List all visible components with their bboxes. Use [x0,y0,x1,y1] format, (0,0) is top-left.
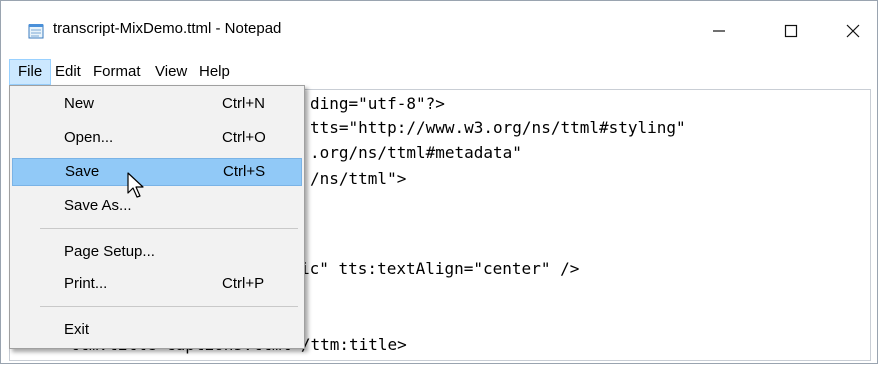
close-icon [846,24,860,38]
editor-line: tts="http://www.w3.org/ns/ttml#styling" [310,118,686,137]
menu-separator [40,306,298,307]
minimize-button[interactable] [699,13,739,49]
menu-item-label: Save [65,163,100,180]
menu-item-label: Page Setup... [64,243,155,260]
title-bar[interactable]: transcript-MixDemo.ttml - Notepad [1,1,877,57]
menu-edit[interactable]: Edit [47,59,89,85]
menu-bar: File Edit Format View Help [9,59,869,85]
editor-line: .org/ns/ttml#metadata" [310,143,522,162]
menu-item-open[interactable]: Open... Ctrl+O [12,124,302,152]
editor-line: ding="utf-8"?> [310,94,445,113]
menu-item-page-setup[interactable]: Page Setup... [12,238,302,266]
menu-item-label: Save As... [64,197,132,214]
notepad-icon [28,24,44,39]
editor-line: ic" tts:textAlign="center" /> [300,259,580,278]
maximize-button[interactable] [771,13,811,49]
minimize-icon [713,30,725,32]
menu-item-label: Exit [64,321,90,338]
maximize-icon [784,24,798,38]
menu-item-shortcut: Ctrl+N [222,95,265,112]
window-title: transcript-MixDemo.ttml - Notepad [53,20,282,37]
menu-item-save-as[interactable]: Save As... [12,192,302,220]
menu-help[interactable]: Help [191,59,238,85]
menu-view[interactable]: View [147,59,195,85]
editor-line: /ns/ttml"> [310,169,407,188]
menu-item-save[interactable]: Save Ctrl+S [12,158,302,186]
mouse-pointer-icon [127,172,144,198]
menu-item-label: Print... [64,275,108,292]
menu-item-label: New [64,95,95,112]
close-button[interactable] [833,13,873,49]
menu-item-shortcut: Ctrl+P [222,275,265,292]
menu-item-label: Open... [64,129,114,146]
menu-item-new[interactable]: New Ctrl+N [12,90,302,118]
menu-item-shortcut: Ctrl+O [222,129,266,146]
menu-format[interactable]: Format [85,59,149,85]
menu-file[interactable]: File [9,59,52,85]
notepad-window: transcript-MixDemo.ttml - Notepad File E… [0,0,878,364]
menu-item-shortcut: Ctrl+S [223,163,266,180]
menu-item-print[interactable]: Print... Ctrl+P [12,270,302,298]
file-menu-dropdown: New Ctrl+N Open... Ctrl+O Save Ctrl+S Sa… [9,85,305,349]
menu-separator [40,228,298,229]
menu-item-exit[interactable]: Exit [12,316,302,344]
